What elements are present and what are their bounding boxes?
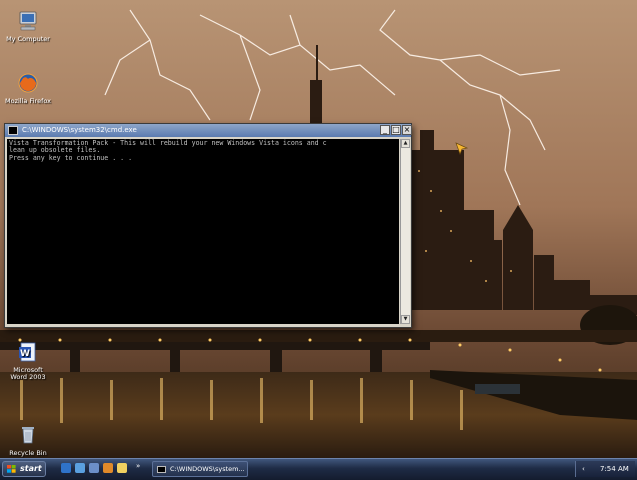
console-app-icon xyxy=(157,466,166,473)
desktop-icon-word[interactable]: W Microsoft Word 2003 xyxy=(0,341,56,381)
console-scrollbar[interactable]: ▲ ▼ xyxy=(400,139,410,324)
desktop-icon-firefox[interactable]: Mozilla Firefox xyxy=(0,72,56,105)
scroll-up-arrow-icon[interactable]: ▲ xyxy=(401,139,410,148)
tray-expand-icon[interactable]: ‹ xyxy=(582,461,585,477)
svg-text:W: W xyxy=(20,349,30,359)
console-title-bar[interactable]: C:\WINDOWS\system32\cmd.exe _ □ × xyxy=(5,124,412,137)
recycle-bin-icon xyxy=(22,427,34,444)
taskbar: start » C:\WINDOWS\system... ‹ 7:54 AM xyxy=(0,458,637,480)
quicklaunch-expand-button[interactable]: » xyxy=(136,462,140,470)
start-button[interactable]: start xyxy=(2,461,46,477)
internet-explorer-quicklaunch-icon[interactable] xyxy=(61,463,71,473)
firefox-icon xyxy=(18,73,38,93)
console-title: C:\WINDOWS\system32\cmd.exe xyxy=(22,126,137,134)
desktop-icon-my-computer[interactable]: My Computer xyxy=(0,10,56,43)
word-icon: W xyxy=(19,342,36,362)
clock[interactable]: 7:54 AM xyxy=(600,461,629,477)
scroll-down-arrow-icon[interactable]: ▼ xyxy=(401,315,410,324)
desktop-icon-label: Word 2003 xyxy=(10,373,46,381)
desktop: My Computer Mozilla Firefox W Microsoft … xyxy=(0,0,637,480)
start-label: start xyxy=(20,464,42,473)
console-output[interactable]: Vista Transformation Pack - This will re… xyxy=(7,139,399,324)
desktop-icon-recycle-bin[interactable]: Recycle Bin xyxy=(0,424,56,457)
close-button[interactable]: × xyxy=(402,125,412,135)
show-desktop-quicklaunch-icon[interactable] xyxy=(75,463,85,473)
maximize-button[interactable]: □ xyxy=(391,125,401,135)
taskbar-button-cmd[interactable]: C:\WINDOWS\system... xyxy=(152,461,248,477)
console-line: Press any key to continue . . . xyxy=(9,153,133,162)
folder-quicklaunch-icon[interactable] xyxy=(117,463,127,473)
system-tray: ‹ 7:54 AM xyxy=(575,461,635,477)
desktop-icon-label: My Computer xyxy=(6,35,50,43)
media-player-quicklaunch-icon[interactable] xyxy=(89,463,99,473)
minimize-button[interactable]: _ xyxy=(380,125,390,135)
windows-logo-icon xyxy=(7,465,16,473)
console-window[interactable]: C:\WINDOWS\system32\cmd.exe _ □ × Vista … xyxy=(4,123,412,328)
console-app-icon xyxy=(8,126,18,135)
mouse-cursor-icon xyxy=(455,142,469,155)
firefox-quicklaunch-icon[interactable] xyxy=(103,463,113,473)
desktop-icon-label: Recycle Bin xyxy=(9,449,47,457)
taskbar-button-label: C:\WINDOWS\system... xyxy=(170,465,245,473)
computer-icon xyxy=(19,11,37,31)
desktop-icon-label: Mozilla Firefox xyxy=(5,97,51,105)
